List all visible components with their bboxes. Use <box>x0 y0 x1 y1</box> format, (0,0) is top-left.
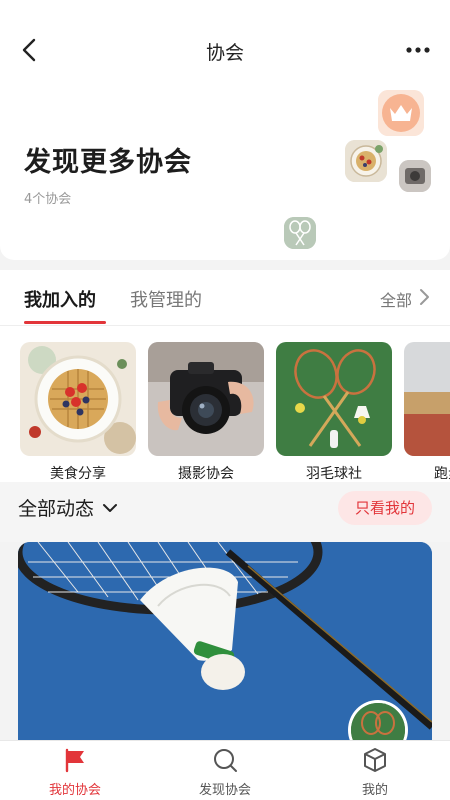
page-title: 协会 <box>205 42 244 64</box>
association-count: 4个协会 <box>24 192 72 207</box>
association-card-running[interactable]: 跑步协会 <box>404 342 450 482</box>
tabs-divider <box>0 325 450 326</box>
association-card-photography[interactable]: 摄影协会 <box>148 342 264 482</box>
see-all-label: 全部 <box>379 291 412 310</box>
tab-managed[interactable]: 我管理的 <box>130 286 202 312</box>
nav-my-associations[interactable]: 我的协会 <box>20 747 130 798</box>
crown-badge-thumbnail <box>378 90 424 136</box>
nav-discover-associations[interactable]: 发现协会 <box>170 747 280 798</box>
photo-thumbnail <box>399 160 431 192</box>
association-list: 美食分享 摄影协会 羽毛球社 跑 <box>20 342 450 482</box>
chevron-right-icon <box>418 288 430 310</box>
nav-label: 发现协会 <box>198 783 251 798</box>
association-name: 美食分享 <box>50 466 106 482</box>
badminton-thumbnail <box>284 217 316 249</box>
association-card-food[interactable]: 美食分享 <box>20 342 136 482</box>
nav-label: 我的协会 <box>48 783 101 798</box>
my-associations-section: 我加入的 我管理的 全部 美食分享 摄影协会 羽毛球社 跑 <box>0 270 450 482</box>
discover-search-icon <box>212 747 238 773</box>
feed-filter-dropdown[interactable]: 全部动态 <box>18 494 118 521</box>
nav-me[interactable]: 我的 <box>320 747 430 798</box>
feed-filter-label: 全部动态 <box>18 498 95 520</box>
chevron-down-icon <box>102 497 118 519</box>
hero-title: 发现更多协会 <box>24 147 192 178</box>
waffle-image <box>20 342 136 456</box>
flag-icon <box>62 747 88 773</box>
nav-label: 我的 <box>361 783 388 798</box>
bottom-navigation: 我的协会 发现协会 我的 <box>0 740 450 800</box>
association-name: 跑步协会 <box>434 466 450 482</box>
association-name: 摄影协会 <box>178 466 234 482</box>
active-tab-indicator <box>24 321 106 324</box>
camera-image <box>148 342 264 456</box>
association-name: 羽毛球社 <box>306 466 362 482</box>
association-card-badminton[interactable]: 羽毛球社 <box>276 342 392 482</box>
more-options-icon[interactable] <box>404 36 432 64</box>
running-track-image <box>404 342 450 456</box>
food-thumbnail <box>345 140 387 182</box>
feed-filter-bar: 全部动态 只看我的 <box>0 482 450 542</box>
tab-joined[interactable]: 我加入的 <box>24 286 96 312</box>
only-mine-button[interactable]: 只看我的 <box>338 491 432 525</box>
badminton-image <box>276 342 392 456</box>
see-all-link[interactable]: 全部 <box>380 287 430 311</box>
cube-icon <box>362 747 388 773</box>
discover-more-banner[interactable]: 发现更多协会 4个协会 <box>0 84 450 260</box>
